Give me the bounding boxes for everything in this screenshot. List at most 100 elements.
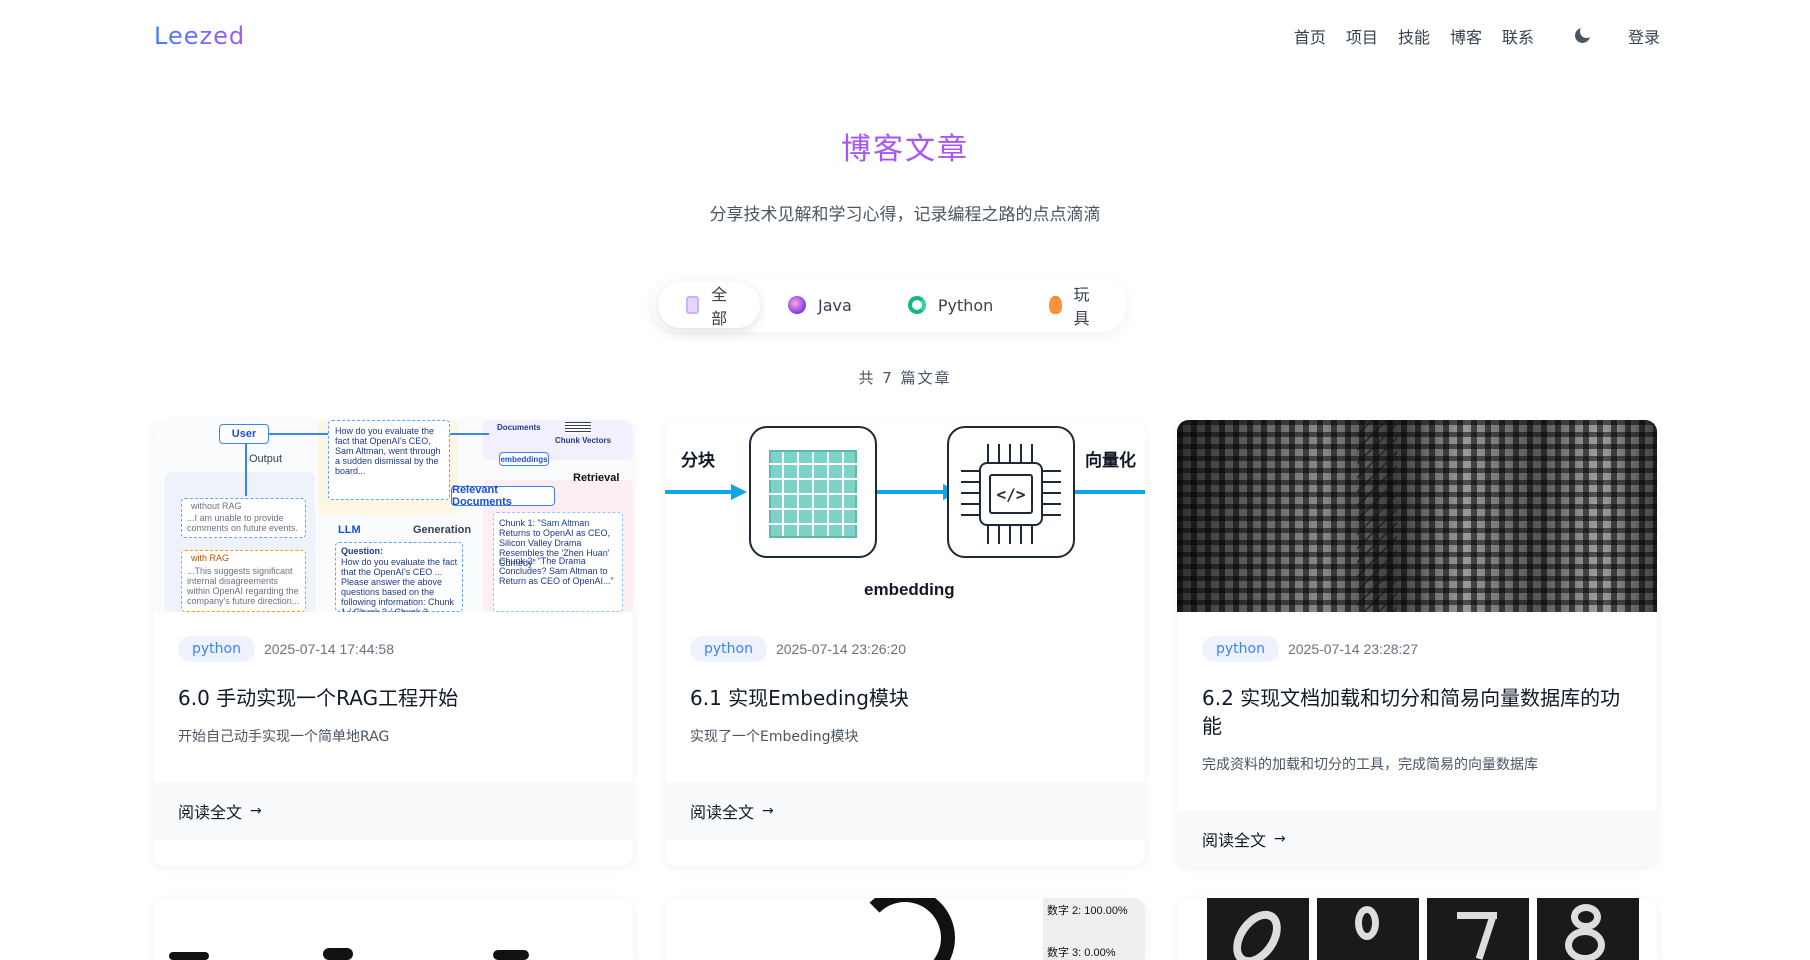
arrow-right-icon: → — [762, 803, 774, 819]
read-more-link[interactable]: 阅读全文 → — [665, 782, 1145, 840]
diagram-text: Question: — [341, 546, 383, 556]
diagram-text: without RAG — [191, 501, 242, 511]
card-description: 实现了一个Embeding模块 — [690, 729, 859, 745]
handwriting-stroke — [169, 952, 209, 960]
cube-frame — [749, 426, 877, 558]
nav-home[interactable]: 首页 — [1294, 24, 1326, 48]
card-meta: python 2025-07-14 23:26:20 — [690, 636, 1120, 662]
article-count: 共 7 篇文章 — [858, 369, 952, 387]
post-date: 2025-07-14 23:26:20 — [775, 641, 906, 657]
diagram-text: Chunk Vectors — [555, 436, 612, 445]
nav-blog[interactable]: 博客 — [1450, 24, 1482, 48]
tab-java[interactable]: Java — [760, 282, 880, 328]
chip-pins — [961, 470, 979, 518]
login-link[interactable]: 登录 — [1628, 24, 1660, 48]
cube-icon — [769, 450, 857, 538]
tab-label: 全部 — [711, 285, 728, 328]
rag-diagram-thumbnail: User Output How do you evaluate the fact… — [153, 420, 633, 612]
tab-all[interactable]: 全部 — [658, 282, 761, 328]
category-tag[interactable]: python — [690, 636, 767, 662]
handwriting-stroke — [323, 948, 353, 960]
handwriting-stroke — [493, 950, 529, 960]
tab-label: 玩具 — [1073, 285, 1090, 328]
category-tabs: 全部 Java Python 玩具 — [652, 278, 1127, 332]
vector-stack-icon — [565, 422, 591, 434]
diagram-text: Documents — [497, 423, 541, 432]
flow-arrow — [1075, 490, 1145, 494]
chip-pins — [1043, 470, 1061, 518]
diagram-label: Output — [249, 453, 283, 465]
diagram-node: embeddings — [499, 452, 549, 466]
article-card-partial[interactable]: 数字 2: 100.00% 数字 3: 0.00% — [665, 898, 1145, 960]
card-body: python 2025-07-14 17:44:58 6.0 手动实现一个RAG… — [153, 612, 633, 746]
code-icon: </> — [989, 474, 1033, 514]
moon-icon[interactable] — [1574, 25, 1593, 45]
building-windows — [1177, 420, 1657, 612]
diagram-label: 向量化 — [1085, 451, 1136, 471]
flow-arrow — [877, 490, 947, 494]
chip-icon: </> — [979, 462, 1043, 526]
diagram-node: User — [219, 424, 269, 444]
tab-python[interactable]: Python — [880, 282, 1021, 328]
article-card-partial[interactable] — [153, 898, 633, 960]
flow-arrow — [665, 490, 735, 494]
diagram-label: 分块 — [681, 451, 715, 471]
post-date: 2025-07-14 23:28:27 — [1287, 641, 1418, 657]
read-more-label: 阅读全文 — [178, 803, 243, 822]
embedding-diagram-thumbnail: 分块 </> 向量化 embedding — [665, 420, 1145, 612]
read-more-label: 阅读全文 — [1202, 831, 1267, 850]
card-description: 完成资料的加载和切分的工具，完成简易的向量数据库 — [1202, 757, 1538, 773]
card-description: 开始自己动手实现一个简单地RAG — [178, 729, 390, 745]
card-meta: python 2025-07-14 23:28:27 — [1202, 636, 1632, 662]
card-meta: python 2025-07-14 17:44:58 — [178, 636, 608, 662]
diagram-label: Retrieval — [573, 472, 620, 484]
chip-frame: </> — [947, 426, 1075, 558]
diagram-text: with RAG — [191, 553, 230, 563]
digit-stroke — [855, 898, 955, 960]
java-icon — [788, 296, 807, 314]
mnist-digit — [1207, 898, 1309, 960]
nav-contact[interactable]: 联系 — [1502, 24, 1534, 48]
mnist-digit — [1427, 898, 1529, 960]
nav-projects[interactable]: 项目 — [1346, 24, 1378, 48]
site-header: Leezed 首页 项目 技能 博客 联系 登录 — [0, 0, 1810, 74]
site-logo[interactable]: Leezed — [154, 22, 245, 50]
category-tag[interactable]: python — [178, 636, 255, 662]
post-date: 2025-07-14 17:44:58 — [263, 641, 394, 657]
read-more-link[interactable]: 阅读全文 → — [153, 782, 633, 840]
card-title[interactable]: 6.2 实现文档加载和切分和简易向量数据库的功能 — [1202, 684, 1632, 740]
chip-pins — [987, 444, 1035, 462]
page-subtitle: 分享技术见解和学习心得，记录编程之路的点点滴滴 — [709, 205, 1101, 225]
mnist-digit — [1537, 898, 1639, 960]
arrow-right-icon: → — [250, 803, 262, 819]
read-more-label: 阅读全文 — [690, 803, 755, 822]
card-title[interactable]: 6.1 实现Embeding模块 — [690, 684, 1120, 712]
card-body: python 2025-07-14 23:26:20 6.1 实现Embedin… — [665, 612, 1145, 746]
chip-pins — [987, 526, 1035, 544]
fire-escape — [1357, 420, 1397, 612]
python-icon — [907, 296, 926, 314]
card-title[interactable]: 6.0 手动实现一个RAG工程开始 — [178, 684, 608, 712]
tab-toys[interactable]: 玩具 — [1021, 282, 1123, 328]
building-photo-thumbnail — [1177, 420, 1657, 612]
article-card-partial[interactable] — [1177, 898, 1657, 960]
arrow-right-icon: → — [1274, 831, 1286, 847]
mnist-digit — [1317, 898, 1419, 960]
nav-skills[interactable]: 技能 — [1398, 24, 1430, 48]
diagram-label: Generation — [413, 524, 472, 536]
diagram-node: Relevant Documents — [451, 484, 555, 508]
tab-label: Java — [818, 295, 852, 315]
article-card[interactable]: 分块 </> 向量化 embedding python 2025-07-14 2… — [665, 420, 1145, 866]
diagram-label: embedding — [864, 580, 955, 599]
category-tag[interactable]: python — [1202, 636, 1279, 662]
flow-arrow-head — [731, 484, 747, 500]
read-more-link[interactable]: 阅读全文 → — [1177, 810, 1657, 866]
article-card[interactable]: python 2025-07-14 23:28:27 6.2 实现文档加载和切分… — [1177, 420, 1657, 866]
main-nav: 首页 项目 技能 博客 联系 登录 — [1274, 24, 1660, 48]
diagram-connector — [245, 444, 247, 496]
page-title: 博客文章 — [841, 132, 969, 167]
prediction-text: 数字 2: 100.00% — [1047, 905, 1128, 917]
article-card[interactable]: User Output How do you evaluate the fact… — [153, 420, 633, 866]
tab-label: Python — [937, 295, 994, 315]
document-icon — [686, 296, 700, 314]
